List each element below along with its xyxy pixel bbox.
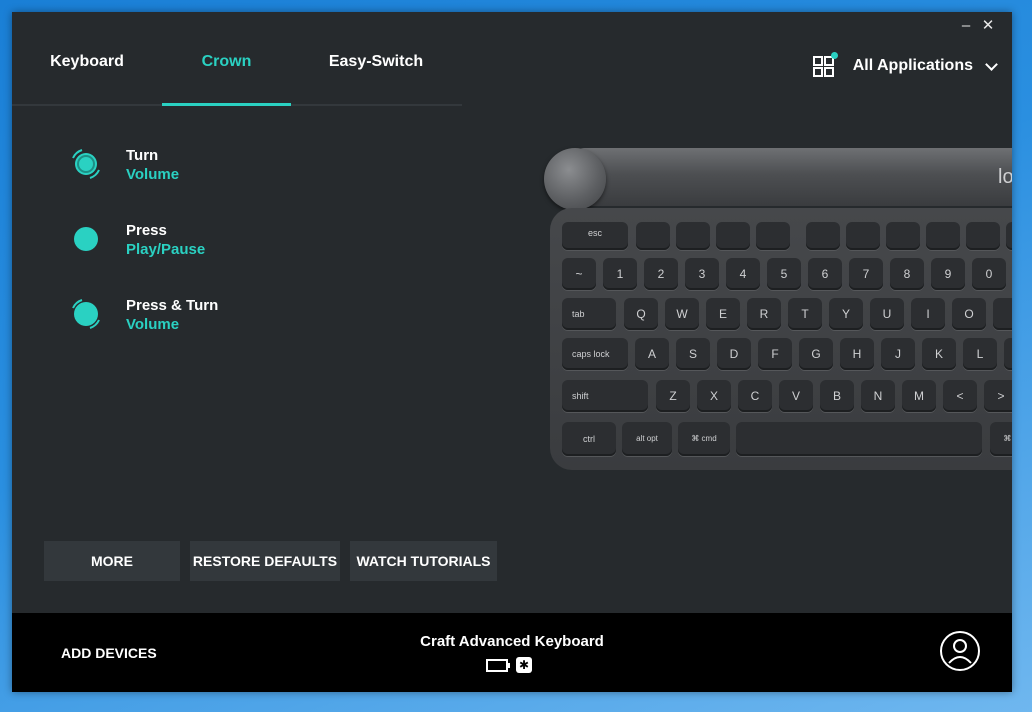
key-alt-opt: alt opt xyxy=(622,422,672,456)
watch-tutorials-button[interactable]: WATCH TUTORIALS xyxy=(350,541,497,581)
tab-keyboard[interactable]: Keyboard xyxy=(32,42,142,104)
app-selector-label: All Applications xyxy=(852,57,973,74)
key-6: 6 xyxy=(808,258,842,290)
key-j: J xyxy=(881,338,915,370)
key-q: Q xyxy=(624,298,658,330)
key-h: H xyxy=(840,338,874,370)
key-f6 xyxy=(846,222,880,250)
key-l: L xyxy=(963,338,997,370)
key-0: 0 xyxy=(972,258,1006,290)
tab-bar: Keyboard Crown Easy-Switch xyxy=(12,42,462,106)
key-t: T xyxy=(788,298,822,330)
key-period: > xyxy=(984,380,1012,412)
key-cmd-right: ⌘ cmd xyxy=(990,422,1012,456)
key-b: B xyxy=(820,380,854,412)
key-p xyxy=(993,298,1012,330)
action-turn-value: Volume xyxy=(126,166,180,183)
action-press-turn-title: Press & Turn xyxy=(126,297,219,314)
action-press-turn[interactable]: Press & Turn Volume xyxy=(68,296,218,334)
key-f9 xyxy=(966,222,1000,250)
footer-bar: ADD DEVICES Craft Advanced Keyboard ✱ xyxy=(12,613,1012,692)
tab-crown[interactable]: Crown xyxy=(162,42,291,106)
press-turn-icon xyxy=(68,296,104,332)
action-press[interactable]: Press Play/Pause xyxy=(68,221,205,259)
key-f5 xyxy=(806,222,840,250)
key-space xyxy=(736,422,982,456)
battery-icon xyxy=(486,659,510,672)
keyboard-top-bar xyxy=(574,148,1012,206)
key-f: F xyxy=(758,338,792,370)
action-press-title: Press xyxy=(126,222,167,239)
device-status: ✱ xyxy=(486,657,532,673)
key-caps-lock: caps lock xyxy=(562,338,628,370)
device-name: Craft Advanced Keyboard xyxy=(420,633,604,650)
key-s: S xyxy=(676,338,710,370)
key-z: Z xyxy=(656,380,690,412)
crown-dial xyxy=(544,148,606,210)
key-tab: tab xyxy=(562,298,616,330)
key-d: D xyxy=(717,338,751,370)
key-shift: shift xyxy=(562,380,648,412)
restore-defaults-button[interactable]: RESTORE DEFAULTS xyxy=(190,541,340,581)
key-a: A xyxy=(635,338,669,370)
key-semicolon xyxy=(1004,338,1012,370)
key-w: W xyxy=(665,298,699,330)
key-cmd: ⌘ cmd xyxy=(678,422,730,456)
key-r: R xyxy=(747,298,781,330)
action-turn-title: Turn xyxy=(126,147,159,164)
key-2: 2 xyxy=(644,258,678,290)
keyboard-illustration: lo esc ~ 1 2 3 4 5 6 7 8 9 0 tab Q W E R… xyxy=(544,148,1012,488)
tab-easy-switch[interactable]: Easy-Switch xyxy=(312,42,440,104)
key-i: I xyxy=(911,298,945,330)
key-7: 7 xyxy=(849,258,883,290)
logitech-logo: lo xyxy=(998,166,1012,188)
more-button[interactable]: MORE xyxy=(44,541,180,581)
key-f4 xyxy=(756,222,790,250)
key-esc: esc xyxy=(562,222,628,250)
key-f7 xyxy=(886,222,920,250)
key-ctrl: ctrl xyxy=(562,422,616,456)
key-o: O xyxy=(952,298,986,330)
key-1: 1 xyxy=(603,258,637,290)
action-turn[interactable]: Turn Volume xyxy=(68,146,179,184)
key-5: 5 xyxy=(767,258,801,290)
key-x: X xyxy=(697,380,731,412)
action-press-value: Play/Pause xyxy=(126,241,206,258)
key-y: Y xyxy=(829,298,863,330)
key-9: 9 xyxy=(931,258,965,290)
key-tilde: ~ xyxy=(562,258,596,290)
press-icon xyxy=(68,221,104,257)
options-window: – ✕ Keyboard Crown Easy-Switch All Appli… xyxy=(12,12,1012,692)
key-f10 xyxy=(1006,222,1012,250)
key-8: 8 xyxy=(890,258,924,290)
key-f8 xyxy=(926,222,960,250)
key-f3 xyxy=(716,222,750,250)
keyboard-body: esc ~ 1 2 3 4 5 6 7 8 9 0 tab Q W E R T … xyxy=(550,208,1012,470)
key-c: C xyxy=(738,380,772,412)
key-e: E xyxy=(706,298,740,330)
key-g: G xyxy=(799,338,833,370)
user-account-icon[interactable] xyxy=(940,631,980,671)
key-k: K xyxy=(922,338,956,370)
key-f1 xyxy=(636,222,670,250)
key-4: 4 xyxy=(726,258,760,290)
turn-icon xyxy=(68,146,104,182)
minimize-button[interactable]: – xyxy=(954,16,978,36)
key-comma: < xyxy=(943,380,977,412)
chevron-down-icon xyxy=(985,57,998,71)
key-u: U xyxy=(870,298,904,330)
close-button[interactable]: ✕ xyxy=(976,16,1000,36)
apps-grid-icon xyxy=(812,52,838,77)
app-selector[interactable]: All Applications xyxy=(812,52,998,77)
bluetooth-icon: ✱ xyxy=(516,657,532,673)
key-m: M xyxy=(902,380,936,412)
key-f2 xyxy=(676,222,710,250)
key-v: V xyxy=(779,380,813,412)
action-press-turn-value: Volume xyxy=(126,316,180,333)
key-n: N xyxy=(861,380,895,412)
key-3: 3 xyxy=(685,258,719,290)
